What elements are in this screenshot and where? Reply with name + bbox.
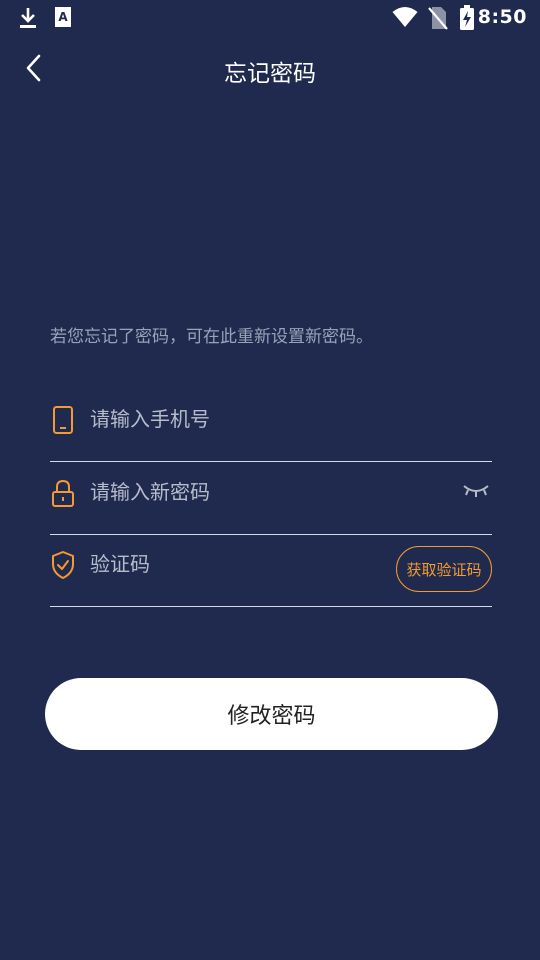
phone-icon <box>53 406 73 434</box>
shield-check-icon <box>52 551 74 579</box>
get-code-button[interactable]: 获取验证码 <box>396 546 492 592</box>
code-input[interactable] <box>90 548 330 580</box>
clock-time: 8:50 <box>477 6 527 28</box>
wifi-icon <box>392 7 418 27</box>
eye-closed-icon[interactable] <box>462 480 490 502</box>
lock-icon <box>52 479 74 507</box>
submit-button[interactable]: 修改密码 <box>45 678 498 750</box>
download-icon <box>20 8 36 28</box>
hint-text: 若您忘记了密码，可在此重新设置新密码。 <box>50 327 373 347</box>
status-bar: A 8:50 <box>0 0 540 36</box>
no-sim-icon <box>428 7 448 30</box>
password-field-row <box>50 462 492 535</box>
code-field-row: 获取验证码 <box>50 534 492 607</box>
svg-text:A: A <box>58 10 68 24</box>
header: 忘记密码 <box>0 40 540 98</box>
battery-charging-icon <box>460 5 474 30</box>
phone-field-row <box>50 389 492 462</box>
text-a-icon: A <box>55 7 71 27</box>
password-input[interactable] <box>90 476 430 508</box>
page-title: 忘记密码 <box>224 61 316 87</box>
phone-input[interactable] <box>90 403 430 435</box>
